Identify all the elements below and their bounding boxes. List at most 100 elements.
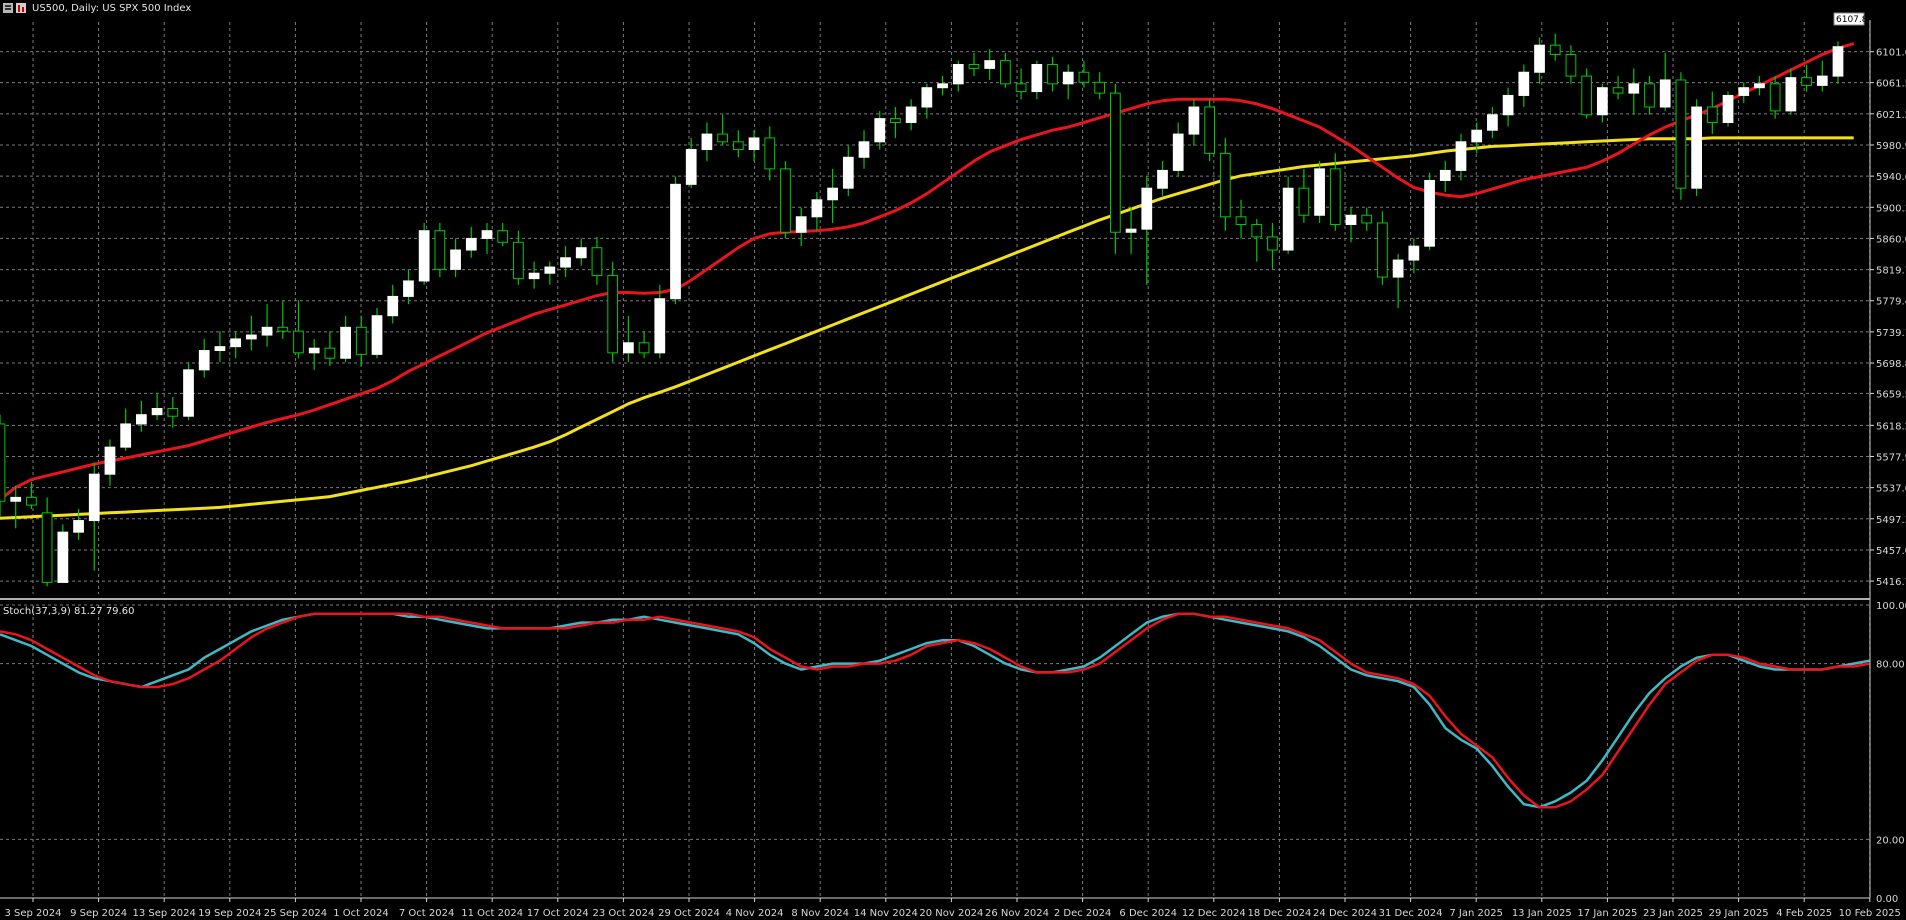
date-axis-label: 10 Feb 2025 bbox=[1839, 908, 1901, 919]
bull-candle-body bbox=[1722, 94, 1734, 123]
candle bbox=[151, 393, 163, 421]
candle bbox=[497, 222, 509, 247]
bull-candle-body bbox=[465, 237, 477, 251]
bull-candle-body bbox=[623, 342, 634, 354]
date-axis-label: 29 Jan 2025 bbox=[1709, 908, 1769, 919]
candle bbox=[1675, 72, 1687, 200]
candle bbox=[1282, 176, 1294, 254]
bear-candle-body bbox=[1769, 83, 1781, 112]
candle bbox=[1439, 161, 1451, 193]
candle bbox=[1565, 45, 1577, 84]
bull-candle-body bbox=[937, 83, 948, 89]
candle bbox=[1722, 91, 1734, 127]
bear-candle-body bbox=[1361, 214, 1373, 224]
bear-candle-body bbox=[717, 133, 729, 143]
bear-candle-body bbox=[355, 326, 367, 355]
candle bbox=[780, 161, 791, 239]
candle bbox=[167, 396, 179, 428]
bear-candle-body bbox=[1377, 222, 1388, 278]
date-axis-label: 20 Nov 2024 bbox=[919, 908, 983, 919]
price-axis-label: 5980.9 bbox=[1876, 141, 1906, 152]
bull-candle-body bbox=[450, 249, 461, 270]
bear-candle-body bbox=[26, 496, 37, 506]
bull-candle-body bbox=[261, 326, 273, 336]
date-axis-label: 11 Oct 2024 bbox=[461, 908, 523, 919]
candle bbox=[1487, 107, 1498, 138]
date-axis-label: 4 Feb 2025 bbox=[1776, 908, 1832, 919]
candle bbox=[1141, 176, 1153, 285]
candle bbox=[1361, 207, 1373, 231]
candle bbox=[1314, 161, 1325, 223]
axes: 6101.6 6061.5 6021.2 5980.9 5940.6 5900.3 5860… bbox=[0, 20, 1906, 919]
candle bbox=[1267, 222, 1278, 270]
bull-candle-body bbox=[1188, 106, 1200, 135]
chart-type-icon[interactable] bbox=[16, 3, 26, 13]
stoch-axis-label: 80.00 bbox=[1876, 660, 1905, 671]
bear-candle-body bbox=[434, 230, 446, 270]
candle bbox=[1031, 60, 1043, 100]
price-axis-label: 5698.8 bbox=[1876, 359, 1906, 370]
candle bbox=[418, 222, 430, 285]
candle bbox=[1549, 33, 1561, 61]
date-axis-label: 18 Dec 2024 bbox=[1247, 908, 1311, 919]
candle bbox=[245, 315, 257, 351]
price-axis-label: 6061.5 bbox=[1876, 79, 1906, 90]
date-axis-label: 13 Jan 2025 bbox=[1512, 908, 1572, 919]
candle bbox=[764, 126, 776, 181]
date-axis-label: 4 Nov 2024 bbox=[726, 908, 784, 919]
chart-canvas[interactable]: 6101.6 6061.5 6021.2 5980.9 5940.6 5900.3 5860… bbox=[0, 0, 1906, 920]
bull-candle-body bbox=[1754, 83, 1765, 89]
candle bbox=[230, 331, 242, 359]
candle bbox=[1691, 99, 1702, 196]
bull-candle-body bbox=[1502, 94, 1514, 116]
candle bbox=[371, 308, 383, 359]
bear-candle-body bbox=[1015, 83, 1027, 93]
window-menu-icon[interactable] bbox=[3, 3, 13, 13]
candles bbox=[0, 33, 1844, 587]
candle bbox=[890, 107, 901, 138]
candle bbox=[1172, 122, 1184, 177]
bull-candle-body bbox=[1062, 71, 1074, 85]
bull-candle-body bbox=[136, 414, 147, 425]
candle bbox=[795, 207, 807, 247]
bull-candle-body bbox=[57, 531, 69, 583]
bull-candle-body bbox=[151, 407, 163, 416]
candle bbox=[905, 99, 917, 131]
bull-candle-body bbox=[1628, 83, 1640, 94]
candle bbox=[575, 238, 587, 266]
candle bbox=[465, 226, 477, 258]
candle bbox=[952, 60, 964, 92]
candle bbox=[41, 497, 53, 587]
bear-candle-body bbox=[1267, 236, 1278, 251]
date-axis-label: 14 Nov 2024 bbox=[854, 908, 918, 919]
bull-candle-body bbox=[183, 369, 194, 417]
bull-candle-body bbox=[340, 326, 351, 359]
candle bbox=[1204, 99, 1215, 162]
pane-divider[interactable] bbox=[0, 598, 1870, 600]
candle bbox=[261, 304, 273, 347]
bull-candle-body bbox=[560, 257, 571, 268]
candle bbox=[858, 130, 870, 169]
bull-candle-body bbox=[1439, 169, 1451, 181]
stoch-axis-label: 100.00 bbox=[1876, 601, 1906, 612]
candle bbox=[670, 176, 681, 305]
candle bbox=[1015, 68, 1027, 100]
bull-candle-body bbox=[685, 149, 697, 185]
candle bbox=[1188, 99, 1200, 146]
bull-candle-body bbox=[811, 199, 823, 218]
bull-candle-body bbox=[858, 141, 870, 158]
bear-candle-body bbox=[0, 423, 6, 502]
trading-chart[interactable]: 6101.6 6061.5 6021.2 5980.9 5940.6 5900.3 5860… bbox=[0, 0, 1906, 920]
candle bbox=[717, 114, 729, 146]
candle bbox=[1062, 64, 1074, 100]
candle bbox=[591, 236, 603, 285]
candle bbox=[874, 110, 886, 150]
bull-candle-body bbox=[481, 230, 493, 239]
bull-candle-body bbox=[214, 346, 226, 352]
candle bbox=[1659, 52, 1671, 111]
candle bbox=[1502, 87, 1514, 127]
candle bbox=[340, 315, 351, 363]
bear-candle-body bbox=[1251, 224, 1263, 238]
bear-candle-body bbox=[1612, 87, 1624, 94]
bear-candle-body bbox=[1706, 106, 1718, 123]
